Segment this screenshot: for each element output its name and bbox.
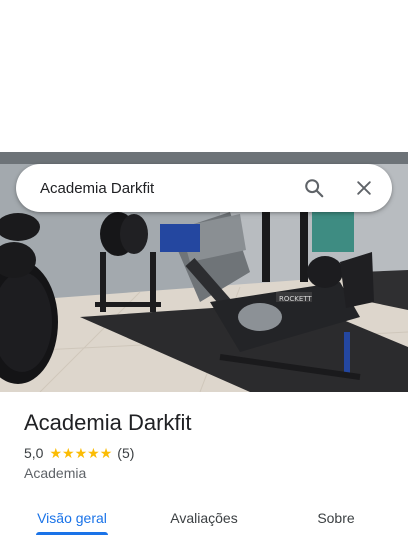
close-icon	[357, 181, 371, 195]
search-button[interactable]	[300, 174, 328, 202]
machine-brand-label: ROCKETT	[279, 295, 312, 303]
place-title: Academia Darkfit	[24, 410, 192, 435]
review-count[interactable]: (5)	[117, 445, 134, 461]
place-tabs: Visão geral Avaliações Sobre	[0, 496, 408, 544]
star-icon: ★	[74, 445, 88, 461]
search-query-text[interactable]: Academia Darkfit	[40, 180, 300, 197]
star-icon: ★	[87, 445, 100, 461]
search-bar[interactable]: Academia Darkfit	[16, 164, 392, 212]
tab-reviews[interactable]: Avaliações	[148, 496, 260, 540]
search-icon	[305, 179, 324, 198]
star-icon: ★	[99, 445, 113, 461]
place-category[interactable]: Academia	[24, 465, 86, 481]
tab-about[interactable]: Sobre	[296, 496, 376, 540]
rating-stars: ★ ★ ★ ★ ★	[49, 446, 112, 460]
star-icon: ★	[49, 445, 63, 461]
rating-row[interactable]: 5,0 ★ ★ ★ ★ ★ (5)	[24, 445, 134, 461]
star-icon: ★	[62, 445, 75, 461]
map-blank-area	[0, 0, 408, 152]
place-info-panel: Academia Darkfit 5,0 ★ ★ ★ ★ ★ (5) Acade…	[0, 392, 408, 544]
rating-value: 5,0	[24, 445, 44, 461]
active-tab-indicator	[36, 532, 108, 535]
clear-search-button[interactable]	[350, 174, 378, 202]
